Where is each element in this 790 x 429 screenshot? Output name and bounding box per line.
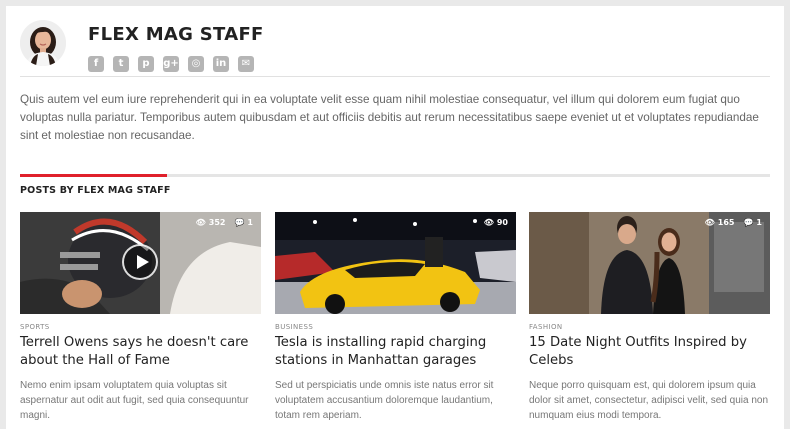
section-title: POSTS BY FLEX MAG STAFF: [20, 185, 171, 196]
post-title[interactable]: 15 Date Night Outfits Inspired by Celebs: [529, 334, 770, 370]
post-category[interactable]: BUSINESS: [275, 323, 516, 331]
post-card[interactable]: 👁 90 BUSINESS Tesla is installing rapid c…: [275, 212, 516, 423]
post-card[interactable]: 👁 165 💬 1 FASHION 15 Date Night Outfits In…: [529, 212, 770, 423]
google-plus-icon[interactable]: g+: [163, 56, 179, 72]
post-card[interactable]: 👁 352 💬 1 SPORTS Terrell Owens says he doe…: [20, 212, 261, 423]
twitter-icon[interactable]: t: [113, 56, 129, 72]
email-icon[interactable]: ✉: [238, 56, 254, 72]
eye-icon: 👁: [704, 218, 715, 227]
post-thumbnail[interactable]: 👁 90: [275, 212, 516, 314]
post-stats: 👁 90: [484, 218, 508, 227]
post-title[interactable]: Terrell Owens says he doesn't care about…: [20, 334, 261, 370]
post-stats: 👁 165 💬 1: [705, 218, 762, 227]
author-bio: Quis autem vel eum iure reprehenderit qu…: [20, 93, 759, 142]
eye-icon: 👁: [195, 218, 206, 227]
view-count: 165: [717, 218, 735, 227]
comment-count: 1: [756, 218, 762, 227]
view-count: 90: [496, 218, 508, 227]
post-title[interactable]: Tesla is installing rapid charging stati…: [275, 334, 516, 370]
linkedin-icon[interactable]: in: [213, 56, 229, 72]
play-icon[interactable]: [122, 244, 158, 280]
section-accent-rule: [20, 174, 167, 177]
comment-icon: 💬: [743, 218, 754, 227]
comment-count: 1: [247, 218, 253, 227]
post-thumbnail[interactable]: 👁 352 💬 1: [20, 212, 261, 314]
post-excerpt: Nemo enim ipsam voluptatem quia voluptas…: [20, 380, 249, 421]
post-stats: 👁 352 💬 1: [196, 218, 253, 227]
eye-icon: 👁: [483, 218, 494, 227]
social-links: f t p g+ ◎ in ✉: [88, 56, 254, 72]
avatar[interactable]: [20, 20, 66, 66]
post-category[interactable]: FASHION: [529, 323, 770, 331]
author-name: FLEX MAG STAFF: [88, 24, 264, 45]
post-excerpt: Neque porro quisquam est, qui dolorem ip…: [529, 380, 769, 421]
comment-icon: 💬: [234, 218, 245, 227]
view-count: 352: [208, 218, 226, 227]
post-grid: 👁 352 💬 1 SPORTS Terrell Owens says he doe…: [20, 212, 770, 429]
facebook-icon[interactable]: f: [88, 56, 104, 72]
author-card: FLEX MAG STAFF f t p g+ ◎ in ✉ Quis aute…: [6, 6, 784, 429]
post-excerpt: Sed ut perspiciatis unde omnis iste natu…: [275, 380, 494, 421]
post-category[interactable]: SPORTS: [20, 323, 261, 331]
post-thumbnail[interactable]: 👁 165 💬 1: [529, 212, 770, 314]
instagram-icon[interactable]: ◎: [188, 56, 204, 72]
pinterest-icon[interactable]: p: [138, 56, 154, 72]
divider: [20, 76, 770, 77]
